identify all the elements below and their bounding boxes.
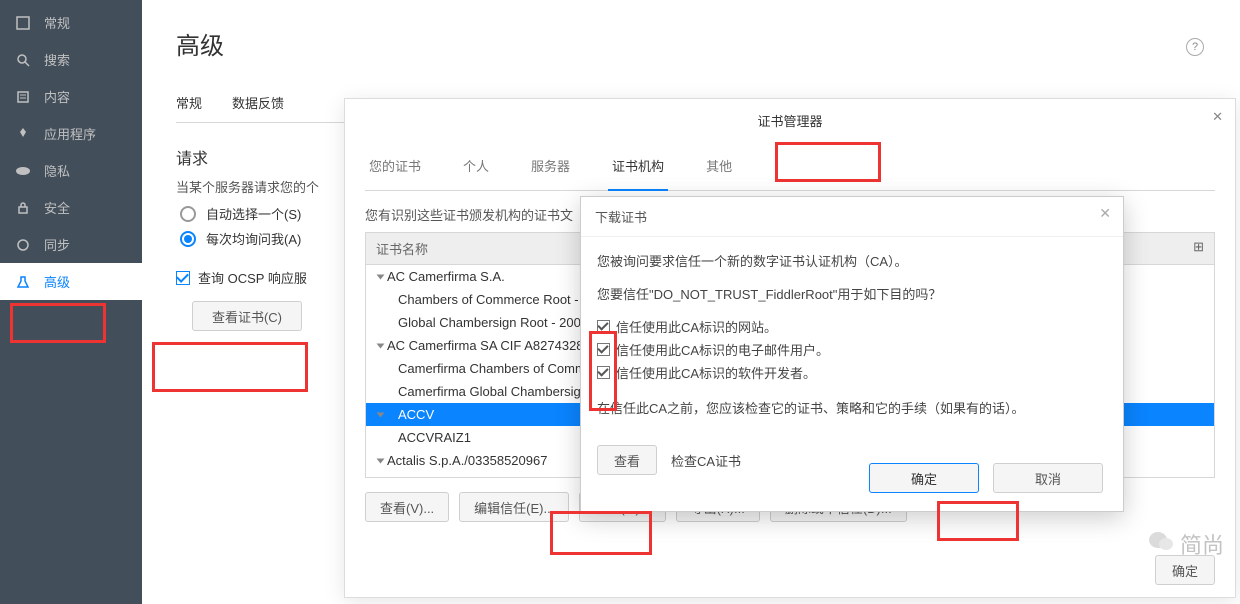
flask-icon xyxy=(14,273,32,291)
sidebar-item-privacy[interactable]: 隐私 xyxy=(0,152,142,189)
sidebar-item-security[interactable]: 安全 xyxy=(0,189,142,226)
mask-icon xyxy=(14,162,32,180)
wechat-icon xyxy=(1148,530,1174,558)
watermark: 简尚 xyxy=(1148,528,1224,560)
tab-general[interactable]: 常规 xyxy=(176,83,202,122)
certmgr-tab-others[interactable]: 其他 xyxy=(702,142,736,190)
general-icon xyxy=(14,14,32,32)
sidebar-item-search[interactable]: 搜索 xyxy=(0,41,142,78)
trust-software-checkbox[interactable]: 信任使用此CA标识的软件开发者。 xyxy=(597,363,1107,382)
help-icon[interactable]: ? xyxy=(1186,38,1204,56)
trust-email-checkbox[interactable]: 信任使用此CA标识的电子邮件用户。 xyxy=(597,340,1107,359)
lock-icon xyxy=(14,199,32,217)
dlg-footer: 确定 取消 xyxy=(869,463,1103,493)
certmgr-tab-servers[interactable]: 服务器 xyxy=(527,142,574,190)
highlight-ok xyxy=(937,501,1019,541)
cert-view-button[interactable]: 查看(V)... xyxy=(365,492,449,522)
highlight-view-cert xyxy=(152,342,308,392)
dlg-title: 下载证书 ✕ xyxy=(581,197,1123,237)
dlg-line2: 您要信任"DO_NOT_TRUST_FiddlerRoot"用于如下目的吗？ xyxy=(597,284,1107,303)
certmgr-tab-your[interactable]: 您的证书 xyxy=(365,142,425,190)
dlg-view-row: 查看 检查CA证书 xyxy=(597,445,741,475)
sidebar-item-sync[interactable]: 同步 xyxy=(0,226,142,263)
dlg-view-button[interactable]: 查看 xyxy=(597,445,657,475)
trust-websites-checkbox[interactable]: 信任使用此CA标识的网站。 xyxy=(597,317,1107,336)
certmgr-tab-authorities[interactable]: 证书机构 xyxy=(608,142,668,191)
download-cert-dialog: 下载证书 ✕ 您被询问要求信任一个新的数字证书认证机构（CA）。 您要信任"DO… xyxy=(580,196,1124,512)
highlight-trust-checks xyxy=(589,331,617,411)
dlg-view-label: 检查CA证书 xyxy=(671,451,741,470)
highlight-import xyxy=(550,511,652,555)
sidebar-item-content[interactable]: 内容 xyxy=(0,78,142,115)
sidebar-item-general[interactable]: 常规 xyxy=(0,4,142,41)
dlg-line1: 您被询问要求信任一个新的数字证书认证机构（CA）。 xyxy=(597,251,1107,270)
dlg-line3: 在信任此CA之前，您应该检查它的证书、策略和它的手续（如果有的话）。 xyxy=(597,398,1107,417)
highlight-ca-tab xyxy=(775,142,881,182)
checkbox-icon xyxy=(176,271,190,285)
sidebar-item-apps[interactable]: 应用程序 xyxy=(0,115,142,152)
settings-sidebar: 常规 搜索 内容 应用程序 隐私 安全 同步 高级 xyxy=(0,0,142,604)
dlg-ok-button[interactable]: 确定 xyxy=(869,463,979,493)
view-certificates-button[interactable]: 查看证书(C) xyxy=(192,301,302,331)
sync-icon xyxy=(14,236,32,254)
content-icon xyxy=(14,88,32,106)
search-icon xyxy=(14,51,32,69)
radio-icon xyxy=(180,231,196,247)
column-menu-icon[interactable]: ⊞ xyxy=(1193,239,1204,258)
dlg-cancel-button[interactable]: 取消 xyxy=(993,463,1103,493)
close-icon[interactable]: ✕ xyxy=(1212,109,1223,125)
highlight-sidebar-advanced xyxy=(10,303,106,343)
radio-icon xyxy=(180,206,196,222)
certmgr-title: 证书管理器 xyxy=(345,99,1235,142)
certmgr-tab-people[interactable]: 个人 xyxy=(459,142,493,190)
page-title: 高级 xyxy=(176,26,1210,61)
rocket-icon xyxy=(14,125,32,143)
sidebar-item-advanced[interactable]: 高级 xyxy=(0,263,142,300)
tab-data-feedback[interactable]: 数据反馈 xyxy=(232,83,284,122)
close-icon[interactable]: ✕ xyxy=(1099,205,1111,222)
